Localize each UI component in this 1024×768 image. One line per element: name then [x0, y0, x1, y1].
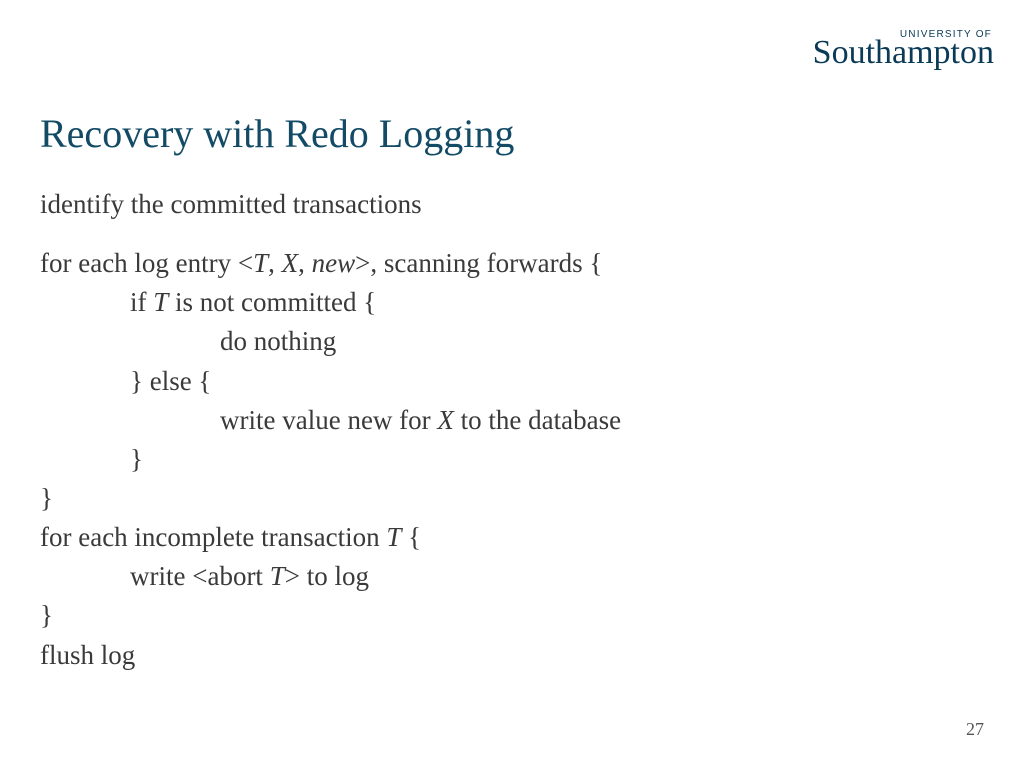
var-new: new	[312, 248, 356, 278]
text: ,	[298, 248, 312, 278]
text: > to log	[285, 561, 369, 591]
code-line-8: for each incomplete transaction T {	[40, 518, 984, 557]
code-line-4: } else {	[40, 362, 984, 401]
text: write <abort	[130, 561, 270, 591]
code-line-7: }	[40, 479, 984, 518]
intro-line: identify the committed transactions	[40, 185, 984, 224]
code-line-10: }	[40, 596, 984, 635]
code-line-11: flush log	[40, 636, 984, 675]
text: to the database	[454, 405, 621, 435]
algorithm-block: for each log entry <T, X, new>, scanning…	[40, 244, 984, 675]
code-line-5: write value new for X to the database	[40, 401, 984, 440]
text: ,	[268, 248, 282, 278]
slide-body: identify the committed transactions for …	[40, 185, 984, 675]
logo-big-text: Southampton	[813, 36, 994, 70]
var-T: T	[270, 561, 285, 591]
var-T: T	[153, 287, 168, 317]
text: >, scanning forwards {	[355, 248, 602, 278]
page-number: 27	[966, 719, 984, 740]
var-X: X	[437, 405, 454, 435]
code-line-1: for each log entry <T, X, new>, scanning…	[40, 244, 984, 283]
text: write value new for	[220, 405, 437, 435]
text: is not committed {	[168, 287, 376, 317]
var-X: X	[282, 248, 299, 278]
text: for each incomplete transaction	[40, 522, 386, 552]
code-line-3: do nothing	[40, 322, 984, 361]
var-T: T	[253, 248, 268, 278]
slide: UNIVERSITY OF Southampton Recovery with …	[0, 0, 1024, 768]
code-line-6: }	[40, 440, 984, 479]
text: {	[401, 522, 421, 552]
var-T: T	[386, 522, 401, 552]
text: for each log entry <	[40, 248, 253, 278]
slide-title: Recovery with Redo Logging	[40, 110, 514, 157]
university-logo: UNIVERSITY OF Southampton	[813, 30, 994, 70]
text: if	[130, 287, 153, 317]
code-line-9: write <abort T> to log	[40, 557, 984, 596]
code-line-2: if T is not committed {	[40, 283, 984, 322]
